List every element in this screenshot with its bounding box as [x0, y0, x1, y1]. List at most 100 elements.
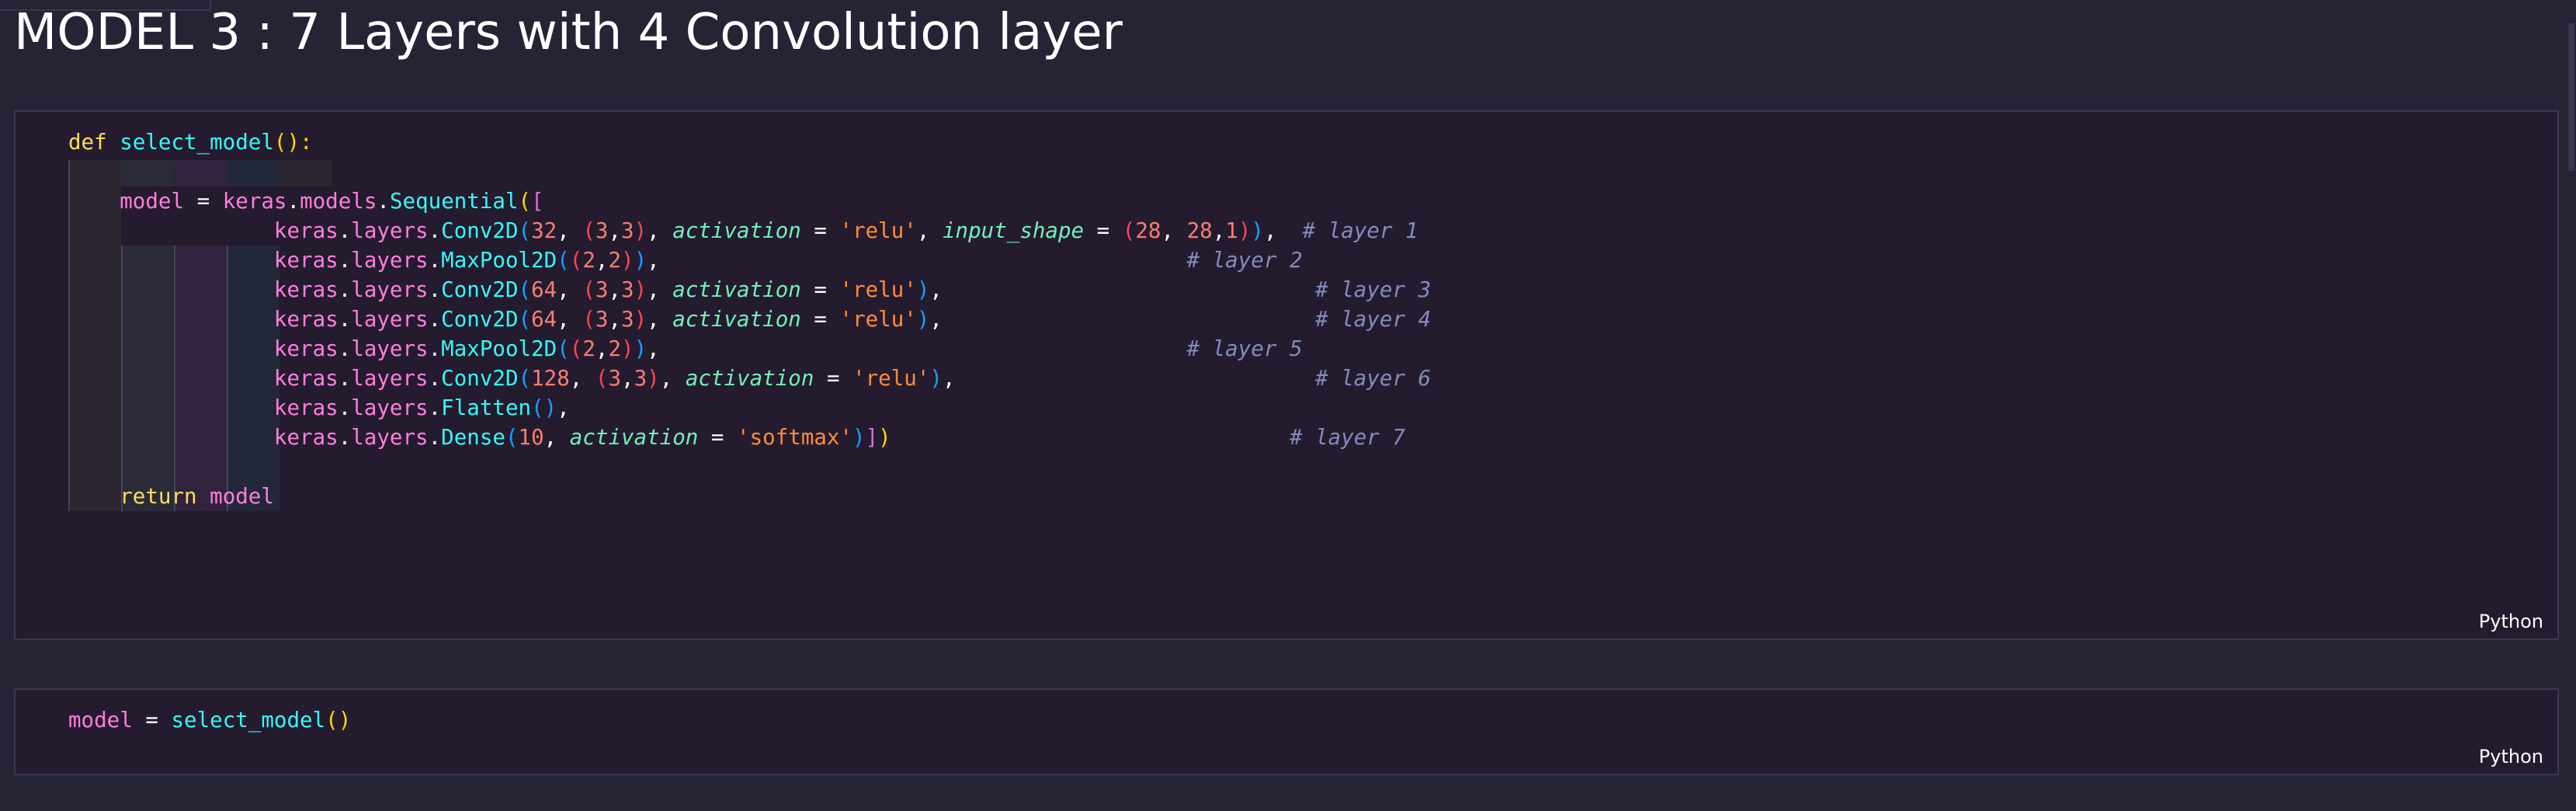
code-token: ( — [518, 366, 532, 391]
code-token: , — [929, 307, 1316, 332]
code-line[interactable] — [68, 157, 1431, 186]
code-token: ( — [569, 248, 583, 273]
code-token: , — [647, 336, 1187, 361]
code-token: layers — [351, 277, 429, 302]
code-token: . — [286, 189, 300, 214]
code-token: keras — [273, 307, 338, 332]
code-line[interactable]: return model — [68, 482, 1431, 511]
code-token: ( — [582, 277, 595, 302]
code-token: layers — [351, 425, 429, 450]
code-token: ) — [634, 336, 647, 361]
code-token: , — [608, 218, 622, 243]
code-token: = — [132, 708, 172, 733]
code-token: keras — [273, 218, 338, 243]
code-token: ( — [569, 336, 583, 361]
code-token: , — [1263, 218, 1303, 243]
code-token: keras — [273, 336, 338, 361]
code-token: , — [569, 366, 595, 391]
code-token: , — [929, 277, 1316, 302]
code-token: . — [428, 277, 442, 302]
code-editor[interactable]: model = select_model() — [68, 705, 351, 735]
code-token: keras — [222, 189, 287, 214]
code-token: activation — [685, 366, 814, 391]
code-token: model — [120, 189, 185, 214]
code-token: (): — [273, 130, 313, 155]
code-token: , — [543, 425, 570, 450]
code-line[interactable]: keras.layers.MaxPool2D((2,2)), # layer 5 — [68, 334, 1431, 364]
code-token: , — [647, 248, 1187, 273]
code-token: Conv2D — [441, 218, 519, 243]
code-token: ( — [518, 277, 532, 302]
code-token: () — [531, 395, 557, 420]
code-token: ) — [634, 277, 647, 302]
code-token: ( — [557, 248, 570, 273]
code-token: # layer 4 — [1315, 307, 1432, 332]
code-token: , — [557, 277, 583, 302]
code-token: . — [338, 218, 352, 243]
code-token: , — [557, 307, 583, 332]
code-token: = — [800, 277, 840, 302]
code-token: . — [428, 425, 442, 450]
code-token: Sequential — [389, 189, 519, 214]
cell-language-label[interactable]: Python — [2479, 611, 2543, 632]
scrollbar-thumb[interactable] — [2568, 23, 2574, 171]
code-token: ) — [647, 366, 660, 391]
code-line[interactable]: keras.layers.MaxPool2D((2,2)), # layer 2 — [68, 245, 1431, 275]
code-token: activation — [672, 307, 801, 332]
code-token: ) — [852, 425, 866, 450]
code-token: . — [338, 307, 352, 332]
code-token: . — [338, 336, 352, 361]
code-token: Conv2D — [441, 307, 519, 332]
code-token: . — [338, 425, 352, 450]
code-token: ) — [634, 248, 647, 273]
code-token: keras — [273, 395, 338, 420]
code-token: 'relu' — [839, 218, 917, 243]
code-token: MaxPool2D — [441, 336, 557, 361]
code-token: Dense — [441, 425, 505, 450]
code-line[interactable]: keras.layers.Conv2D(64, (3,3), activatio… — [68, 275, 1431, 305]
code-line[interactable]: keras.layers.Conv2D(32, (3,3), activatio… — [68, 216, 1431, 245]
code-token: # layer 1 — [1302, 218, 1418, 243]
code-token: layers — [351, 248, 429, 273]
code-token: , — [608, 277, 622, 302]
code-line[interactable]: keras.layers.Dense(10, activation = 'sof… — [68, 423, 1431, 452]
cell-language-label[interactable]: Python — [2479, 746, 2543, 767]
code-token: # layer 3 — [1315, 277, 1432, 302]
vertical-scrollbar[interactable] — [2567, 0, 2576, 811]
code-token: # layer 6 — [1315, 366, 1432, 391]
code-line[interactable]: model = select_model() — [68, 705, 351, 735]
code-line[interactable]: keras.layers.Conv2D(64, (3,3), activatio… — [68, 305, 1431, 334]
code-token: , — [647, 307, 673, 332]
code-token: 32 — [531, 218, 557, 243]
code-token: ] — [865, 425, 879, 450]
code-editor[interactable]: def select_model(): model = keras.models… — [68, 127, 1431, 511]
code-token: , — [1161, 218, 1187, 243]
code-token: ( — [557, 336, 570, 361]
code-cell-2[interactable]: model = select_model() Python — [14, 688, 2559, 775]
code-token: 64 — [531, 277, 557, 302]
code-line[interactable]: keras.layers.Conv2D(128, (3,3), activati… — [68, 364, 1431, 393]
code-token: , — [557, 395, 570, 420]
code-token: 3 — [634, 366, 647, 391]
code-cell-1[interactable]: def select_model(): model = keras.models… — [14, 110, 2559, 640]
code-token: activation — [672, 277, 801, 302]
code-line[interactable]: def select_model(): — [68, 127, 1431, 157]
code-token: . — [338, 248, 352, 273]
code-token: . — [428, 248, 442, 273]
code-line[interactable]: keras.layers.Flatten(), — [68, 393, 1431, 423]
code-token: Conv2D — [441, 366, 519, 391]
code-token: 28 — [1135, 218, 1161, 243]
code-token: . — [428, 336, 442, 361]
code-token: 3 — [621, 307, 634, 332]
code-token: 3 — [621, 218, 634, 243]
code-token: ) — [621, 248, 634, 273]
code-line[interactable] — [68, 452, 1431, 482]
code-line[interactable]: model = keras.models.Sequential([ — [68, 186, 1431, 216]
